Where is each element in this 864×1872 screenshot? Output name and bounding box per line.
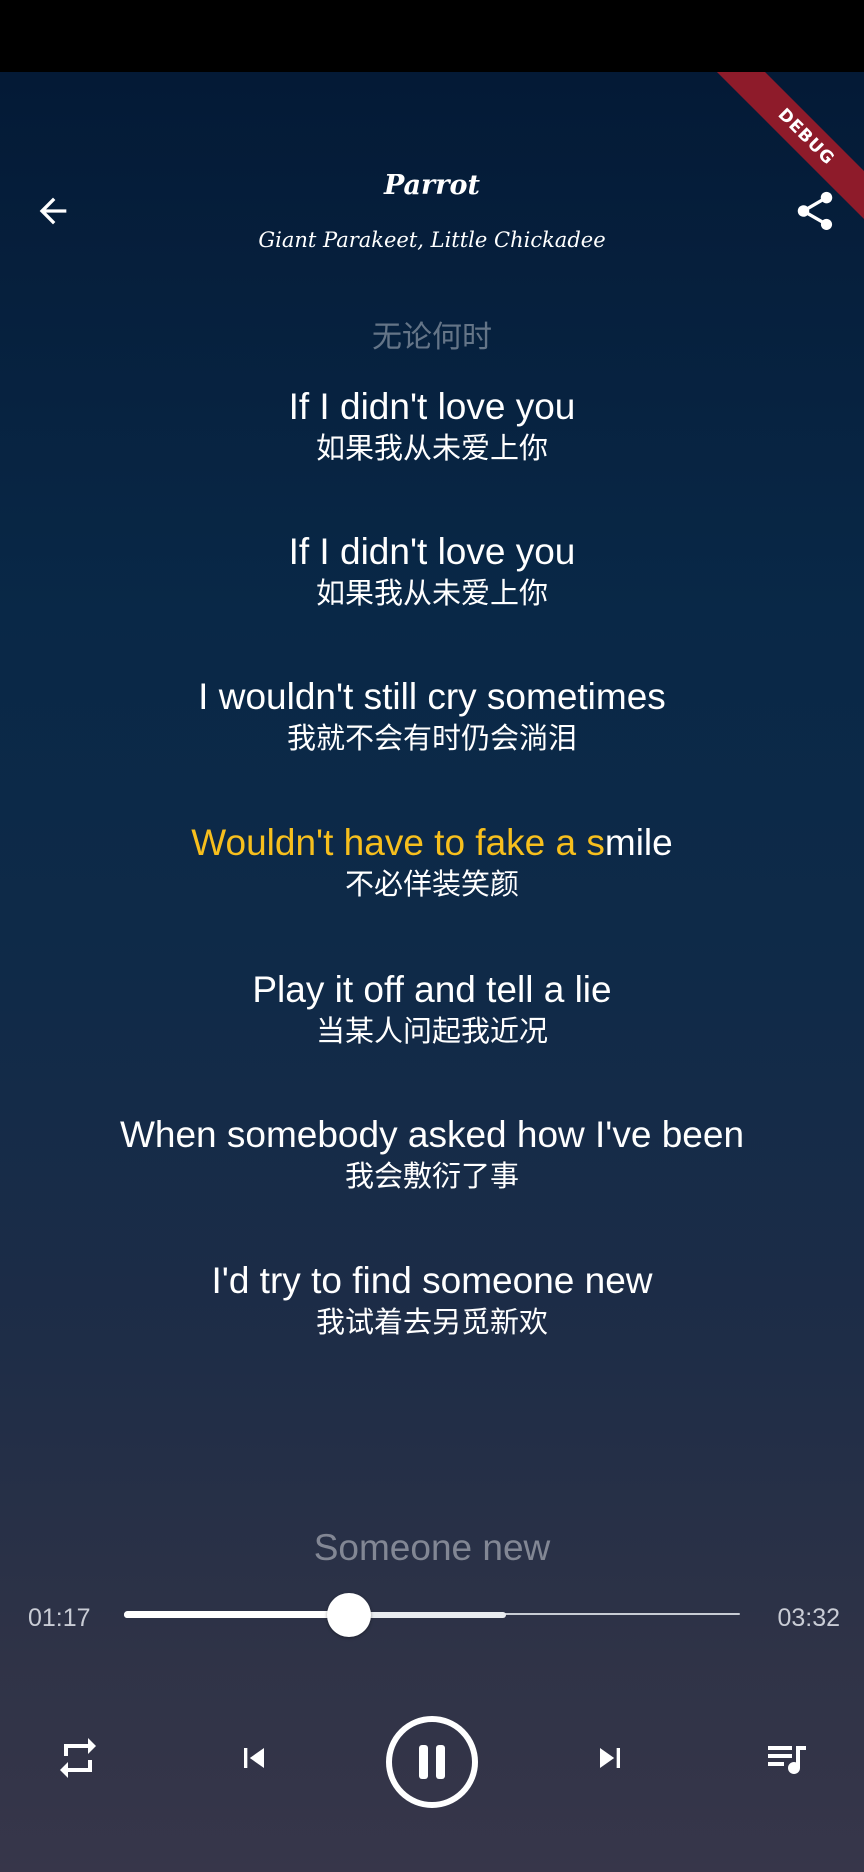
lyric-chinese: 当某人问起我近况	[315, 1016, 548, 1048]
playlist-icon	[768, 1746, 806, 1774]
current-time: 01:17	[28, 1604, 91, 1632]
song-artist: Giant Parakeet, Little Chickadee	[258, 228, 606, 252]
lyric-line[interactable]: I'd try to find someone new 我试着去另觅新欢	[0, 1258, 864, 1342]
share-icon	[797, 191, 833, 231]
lyric-line[interactable]: If I didn't love you 如果我从未爱上你	[0, 384, 864, 468]
repeat-button[interactable]	[46, 1726, 110, 1790]
lyric-line[interactable]: Play it off and tell a lie 当某人问起我近况	[0, 967, 864, 1051]
lyric-line[interactable]: When somebody asked how I've been 我会敷衍了事	[0, 1112, 864, 1196]
lyric-english: Play it off and tell a lie	[252, 969, 612, 1010]
lyric-line[interactable]: I wouldn't still cry sometimes 我就不会有时仍会淌…	[0, 674, 864, 758]
lyric-english: When somebody asked how I've been	[119, 1114, 745, 1155]
lyric-previous: 无论何时	[372, 321, 492, 354]
lyric-english: If I didn't love you	[288, 531, 576, 572]
lyric-unsung-part: mile	[604, 822, 673, 863]
player-screen: DEBUG Parrot Giant Parakeet, Little Chic…	[0, 72, 864, 1872]
next-button[interactable]	[580, 1728, 640, 1788]
previous-button[interactable]	[224, 1728, 284, 1788]
song-title: Parrot	[383, 170, 480, 201]
lyric-chinese: 如果我从未爱上你	[315, 578, 548, 610]
lyric-line[interactable]: If I didn't love you 如果我从未爱上你	[0, 529, 864, 613]
repeat-icon	[60, 1738, 96, 1778]
lyric-chinese: 我试着去另觅新欢	[315, 1307, 548, 1339]
lyric-line-active[interactable]: Wouldn't have to fake a smile 不必佯装笑颜	[0, 820, 864, 904]
share-button[interactable]	[784, 180, 846, 242]
lyric-chinese: 我会敷衍了事	[344, 1161, 519, 1193]
lyric-next: Someone new	[313, 1527, 551, 1568]
lyric-chinese: 我就不会有时仍会淌泪	[286, 723, 577, 755]
total-time: 03:32	[777, 1604, 840, 1632]
lyric-chinese: 如果我从未爱上你	[315, 433, 548, 465]
pause-icon	[386, 1716, 478, 1808]
lyric-sung-part: Wouldn't have to fake a s	[191, 822, 605, 863]
lyric-english: I'd try to find someone new	[211, 1260, 653, 1301]
progress-slider[interactable]	[124, 1587, 740, 1643]
playlist-button[interactable]	[754, 1726, 818, 1790]
pause-button[interactable]	[384, 1714, 480, 1810]
slider-thumb[interactable]	[327, 1593, 372, 1637]
lyric-english: If I didn't love you	[288, 386, 576, 427]
skip-next-icon	[600, 1748, 620, 1768]
status-bar	[0, 0, 864, 72]
slider-progress	[124, 1611, 350, 1618]
lyric-english-active: Wouldn't have to fake a smile	[0, 820, 864, 866]
lyric-chinese: 不必佯装笑颜	[344, 869, 519, 901]
lyric-english: I wouldn't still cry sometimes	[198, 676, 666, 717]
skip-previous-icon	[244, 1748, 264, 1768]
